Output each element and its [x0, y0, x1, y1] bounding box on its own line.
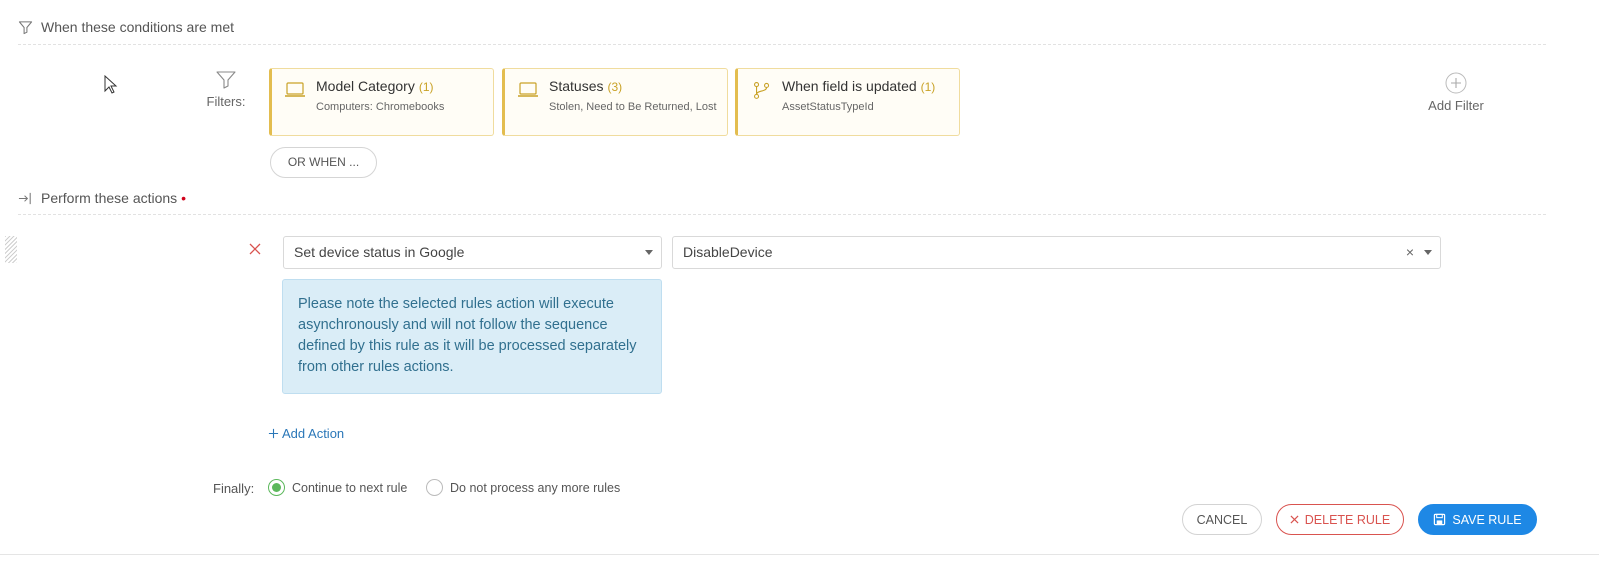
finally-label: Finally: — [213, 481, 255, 496]
filter-title: Model Category (1) — [316, 78, 434, 94]
filter-card-model-category[interactable]: Model Category (1) Computers: Chromebooks — [269, 68, 494, 136]
radio-label: Do not process any more rules — [450, 480, 621, 495]
laptop-icon — [285, 82, 305, 97]
filter-description: Computers: Chromebooks — [316, 101, 445, 113]
add-filter-button[interactable]: Add Filter — [1420, 72, 1492, 113]
actions-section-header: Perform these actions • — [18, 190, 186, 206]
plus-circle-icon — [1445, 72, 1467, 94]
async-info-alert: Please note the selected rules action wi… — [282, 279, 662, 394]
remove-action-icon[interactable] — [248, 242, 262, 256]
divider — [18, 44, 1546, 45]
action-value-select[interactable]: DisableDevice × — [672, 236, 1441, 269]
required-marker: • — [181, 190, 187, 206]
delete-label: DELETE RULE — [1304, 512, 1391, 527]
sign-in-icon — [18, 192, 31, 204]
radio-label: Continue to next rule — [292, 480, 408, 495]
conditions-section-header: When these conditions are met — [18, 19, 234, 35]
bottom-border — [0, 554, 1599, 555]
filters-label: Filters: — [206, 94, 246, 109]
filter-count: (1) — [418, 80, 434, 94]
funnel-icon — [18, 20, 33, 34]
radio-unchecked-icon[interactable] — [426, 479, 443, 496]
close-icon — [1290, 515, 1299, 524]
radio-checked-icon[interactable] — [268, 479, 285, 496]
divider — [18, 214, 1546, 215]
filter-description: AssetStatusTypeId — [782, 101, 874, 113]
filter-count: (1) — [920, 80, 936, 94]
delete-rule-button[interactable]: DELETE RULE — [1276, 504, 1404, 535]
branch-icon — [753, 81, 770, 99]
funnel-icon — [216, 71, 236, 89]
filter-title: Statuses (3) — [549, 78, 623, 94]
clear-icon[interactable]: × — [1406, 237, 1414, 268]
action-type-value: Set device status in Google — [294, 244, 465, 260]
add-action-label: Add Action — [282, 426, 345, 441]
radio-continue-next-rule[interactable]: Continue to next rule — [268, 479, 407, 496]
action-value: DisableDevice — [683, 244, 773, 260]
action-type-select[interactable]: Set device status in Google — [283, 236, 662, 269]
save-rule-button[interactable]: SAVE RULE — [1418, 504, 1537, 535]
cancel-label: CANCEL — [1196, 512, 1248, 527]
filter-title: When field is updated (1) — [782, 78, 936, 94]
drag-handle[interactable] — [5, 236, 17, 263]
radio-stop-processing[interactable]: Do not process any more rules — [426, 479, 620, 496]
plus-icon — [268, 428, 279, 439]
add-filter-label: Add Filter — [1428, 98, 1484, 113]
add-action-link[interactable]: Add Action — [268, 426, 344, 441]
filter-card-field-updated[interactable]: When field is updated (1) AssetStatusType… — [735, 68, 960, 136]
filter-count: (3) — [607, 80, 623, 94]
save-label: SAVE RULE — [1452, 512, 1522, 527]
mouse-cursor-icon — [104, 75, 118, 94]
filter-description: Stolen, Need to Be Returned, Lost — [549, 101, 717, 113]
floppy-disk-icon — [1434, 513, 1446, 526]
or-when-button[interactable]: OR WHEN ... — [270, 147, 377, 178]
actions-title: Perform these actions — [41, 190, 178, 206]
filters-label-group: Filters: — [205, 70, 247, 109]
cancel-button[interactable]: CANCEL — [1182, 504, 1262, 535]
laptop-icon — [518, 82, 538, 97]
conditions-title: When these conditions are met — [41, 19, 234, 35]
caret-down-icon — [645, 250, 653, 255]
filter-card-statuses[interactable]: Statuses (3) Stolen, Need to Be Returned,… — [502, 68, 728, 136]
caret-down-icon — [1424, 250, 1432, 255]
